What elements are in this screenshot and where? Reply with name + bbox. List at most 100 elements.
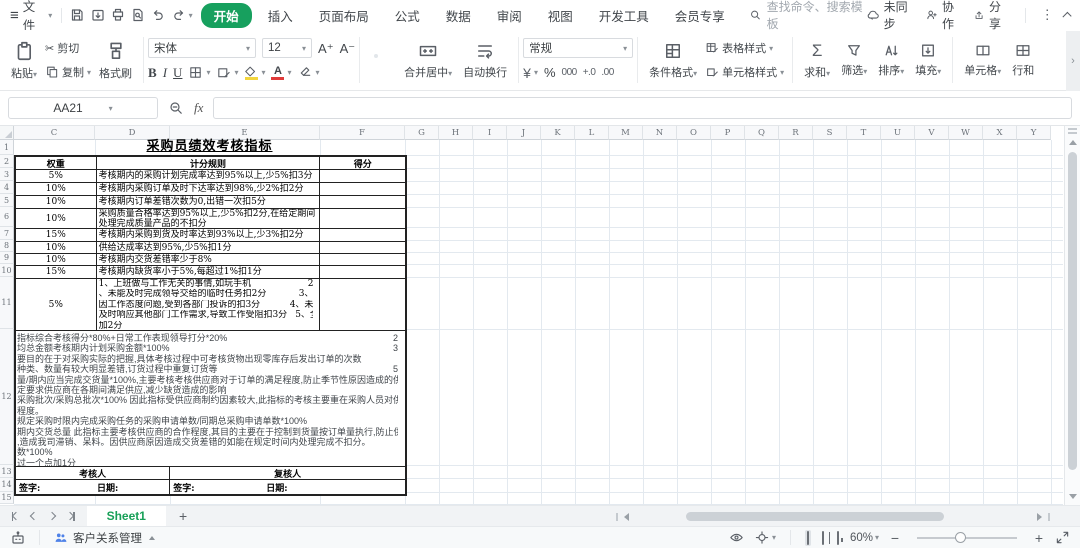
column-header-R[interactable]: R	[779, 126, 813, 140]
sync-status[interactable]: 未同步	[866, 0, 915, 32]
rule-cell[interactable]: 考核期内采购到货及时率达到93%以上,少3%扣2分	[97, 229, 321, 241]
zoom-out-button[interactable]: −	[888, 530, 902, 546]
menu-tab-插入[interactable]: 插入	[258, 3, 303, 28]
main-menu-icon[interactable]: ≡	[10, 7, 19, 24]
weight-cell[interactable]: 5%	[16, 279, 97, 330]
header-cell-score[interactable]: 得分	[320, 157, 405, 169]
split-handle[interactable]	[1068, 132, 1077, 134]
column-header-O[interactable]: O	[677, 126, 711, 140]
score-cell[interactable]	[320, 170, 405, 182]
number-format-select[interactable]: 常规▾	[523, 38, 633, 58]
score-cell[interactable]	[320, 229, 405, 241]
row-header-15[interactable]: 15	[0, 492, 14, 504]
align-top-button[interactable]	[368, 54, 372, 58]
weight-cell[interactable]: 10%	[16, 183, 97, 195]
increase-font-button[interactable]: A⁺	[318, 42, 334, 55]
file-menu[interactable]: 文件▾	[23, 0, 52, 34]
column-header-X[interactable]: X	[983, 126, 1017, 140]
weight-cell[interactable]: 10%	[16, 209, 97, 228]
currency-button[interactable]: ¥▾	[523, 63, 538, 82]
scroll-left-icon[interactable]	[624, 513, 629, 521]
decrease-font-button[interactable]: A⁻	[340, 42, 356, 55]
justify-button[interactable]	[386, 63, 390, 67]
rule-cell[interactable]: 考核期内交货差错率少于8%	[97, 254, 321, 265]
print-preview-button[interactable]	[128, 5, 148, 25]
column-header-G[interactable]: G	[405, 126, 439, 140]
cell-style-button[interactable]: 单元格样式▾	[705, 63, 784, 82]
menu-tab-视图[interactable]: 视图	[538, 3, 583, 28]
weight-cell[interactable]: 10%	[16, 242, 97, 253]
horizontal-scrollbar[interactable]	[615, 512, 1051, 521]
fill-button[interactable]: 填充▾	[912, 40, 944, 80]
sign-label[interactable]: 签字:	[170, 481, 266, 494]
row-header-12[interactable]: 12	[0, 329, 14, 465]
share-button[interactable]: 分享	[973, 0, 1010, 32]
more-commands-icon[interactable]: ▾	[189, 11, 193, 20]
reviewer-cell[interactable]: 复核人	[170, 467, 405, 479]
page-break-view-button[interactable]	[835, 530, 841, 546]
first-sheet-button[interactable]	[12, 512, 19, 521]
borders-button[interactable]: ▾	[188, 63, 210, 82]
rule-cell[interactable]: 考核期内缺货率小于5%,每超过1%扣1分	[97, 266, 321, 278]
collaborate-button[interactable]: 协作	[925, 0, 963, 32]
fx-icon[interactable]: fx	[194, 100, 203, 116]
conditional-format-button[interactable]: 条件格式▾	[646, 39, 700, 82]
rule-cell[interactable]: 采购质量合格率达到95%以上,少5%扣2分,在给定期间处理完成质量产品的不扣分	[97, 209, 321, 228]
sheet-tab-sheet1[interactable]: Sheet1	[87, 506, 166, 526]
column-header-K[interactable]: K	[541, 126, 575, 140]
zoom-level[interactable]: 60%▾	[850, 532, 879, 544]
column-header-F[interactable]: F	[320, 126, 405, 140]
horizontal-scroll-thumb[interactable]	[686, 512, 945, 521]
prev-sheet-button[interactable]	[31, 513, 37, 519]
copy-button[interactable]: 复制▾	[45, 63, 91, 82]
align-left-button[interactable]	[368, 63, 372, 67]
row-header-5[interactable]: 5	[0, 194, 14, 207]
next-sheet-button[interactable]	[49, 513, 55, 519]
add-sheet-button[interactable]: +	[166, 508, 200, 524]
zoom-slider-thumb[interactable]	[955, 532, 966, 543]
zoom-slider[interactable]	[917, 537, 1017, 539]
column-header-Q[interactable]: Q	[745, 126, 779, 140]
split-handle[interactable]	[1048, 513, 1050, 521]
notes-cell[interactable]: 指标综合考核得分*80%+日常工作表现领导打分*20%2均总金额考核期内计划采购…	[16, 331, 405, 466]
thousands-button[interactable]: 000	[562, 63, 577, 82]
column-header-V[interactable]: V	[915, 126, 949, 140]
rule-cell[interactable]: 考核期内采购订单及时下达率达到98%,少2%扣2分	[97, 183, 321, 195]
align-center-button[interactable]	[374, 63, 378, 67]
date-label[interactable]: 日期:	[97, 481, 118, 494]
toolbar-overflow-button[interactable]: ›	[1066, 31, 1080, 91]
command-search[interactable]: 查找命令、搜索模板	[749, 0, 866, 32]
row-header-9[interactable]: 9	[0, 252, 14, 264]
row-header-2[interactable]: 2	[0, 155, 14, 168]
column-header-J[interactable]: J	[507, 126, 541, 140]
reading-layout-button[interactable]: ▾	[754, 530, 776, 545]
sheet-grid[interactable]: CDEFGHIJKLMNOPQRSTUVWXY 1234567891011121…	[0, 126, 1080, 505]
menu-tab-页面布局[interactable]: 页面布局	[309, 3, 379, 28]
italic-button[interactable]: I	[163, 65, 167, 81]
row-header-6[interactable]: 6	[0, 207, 14, 227]
align-middle-button[interactable]	[374, 54, 378, 58]
sheet-title[interactable]: 采购员绩效考核指标	[14, 139, 405, 155]
bold-button[interactable]: B	[148, 65, 157, 81]
export-button[interactable]	[87, 5, 107, 25]
rule-cell[interactable]: 考核期内的采购计划完成率达到95%以上,少5%扣3分	[97, 170, 321, 182]
score-cell[interactable]	[320, 183, 405, 195]
clear-format-button[interactable]: ▾	[298, 63, 320, 82]
font-size-select[interactable]: 12▾	[262, 38, 312, 58]
draw-border-button[interactable]: ▾	[216, 63, 238, 82]
fullscreen-icon[interactable]	[1055, 530, 1070, 545]
score-cell[interactable]	[320, 254, 405, 265]
undo-button[interactable]	[148, 5, 168, 25]
save-button[interactable]	[67, 5, 87, 25]
zoom-function-icon[interactable]	[168, 100, 184, 116]
decrease-decimal-button[interactable]: .00	[601, 63, 613, 82]
score-cell[interactable]	[320, 266, 405, 278]
increase-indent-button[interactable]	[392, 54, 396, 58]
score-cell[interactable]	[320, 209, 405, 228]
row-header-8[interactable]: 8	[0, 240, 14, 252]
vertical-scrollbar[interactable]	[1064, 126, 1080, 505]
score-cell[interactable]	[320, 242, 405, 253]
column-header-U[interactable]: U	[881, 126, 915, 140]
sign-label[interactable]: 签字:	[16, 481, 97, 494]
column-header-S[interactable]: S	[813, 126, 847, 140]
